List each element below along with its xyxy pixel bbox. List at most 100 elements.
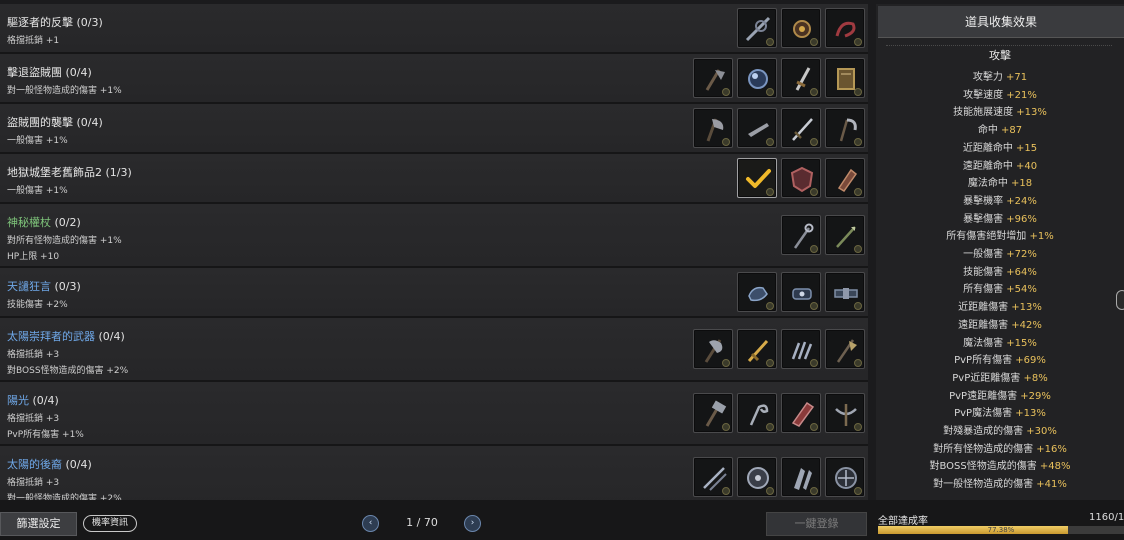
item-slot[interactable] xyxy=(825,457,865,497)
item-slot[interactable] xyxy=(693,457,733,497)
item-slot[interactable] xyxy=(781,108,821,148)
collection-name: 太陽的後裔 xyxy=(7,458,62,471)
stat-value: +16% xyxy=(1036,443,1067,455)
collection-row[interactable]: 陽光 (0/4) 格擋抵銷 +3 PvP所有傷害 +1% xyxy=(0,382,868,446)
collection-row[interactable]: 驅逐者的反擊 (0/3) 格擋抵銷 +1 xyxy=(0,4,868,54)
collection-effect: 一般傷害 +1% xyxy=(7,186,68,196)
item-slot[interactable] xyxy=(737,8,777,48)
stat-row: 遠距離傷害 +42% xyxy=(876,316,1124,331)
enhance-star-icon xyxy=(766,88,774,96)
enhance-star-icon xyxy=(722,88,730,96)
item-slot[interactable] xyxy=(693,393,733,433)
item-slot[interactable] xyxy=(825,329,865,369)
stat-label: 近距離傷害 xyxy=(958,302,1009,314)
item-slot[interactable] xyxy=(825,215,865,255)
prev-page-button[interactable]: ‹ xyxy=(362,515,379,532)
item-slot[interactable] xyxy=(693,108,733,148)
stat-label: 所有傷害絕對增加 xyxy=(946,231,1027,243)
item-slot[interactable] xyxy=(825,8,865,48)
stat-row: 所有傷害 +54% xyxy=(876,280,1124,295)
item-slot[interactable] xyxy=(737,393,777,433)
collection-title: 盜賊團的襲擊 (0/4) xyxy=(7,114,103,130)
stat-row: 對BOSS怪物造成的傷害 +48% xyxy=(876,457,1124,472)
stat-label: 魔法命中 xyxy=(967,178,1008,190)
stat-value: +1% xyxy=(1029,231,1054,243)
stat-label: PvP所有傷害 xyxy=(954,355,1013,367)
stat-value: +48% xyxy=(1039,461,1071,473)
stat-row: 魔法傷害 +15% xyxy=(876,334,1124,349)
collection-row[interactable]: 擊退盜賊團 (0/4) 對一般怪物造成的傷害 +1% xyxy=(0,54,868,104)
collection-row[interactable]: 神秘權杖 (0/2) 對所有怪物造成的傷害 +1% HP上限 +10 xyxy=(0,204,868,268)
collection-effect: 一般傷害 +1% xyxy=(7,136,68,146)
item-slot[interactable] xyxy=(781,8,821,48)
stat-value: +72% xyxy=(1006,249,1037,260)
item-slot[interactable] xyxy=(825,58,865,98)
stat-row: PvP近距離傷害 +8% xyxy=(876,369,1124,384)
stat-label: 對殘暴造成的傷害 xyxy=(943,426,1024,437)
item-slot[interactable] xyxy=(781,272,821,312)
item-slot[interactable] xyxy=(825,393,865,433)
stat-row: 一般傷害 +72% xyxy=(876,245,1124,260)
item-slot[interactable] xyxy=(825,108,865,148)
enhance-star-icon xyxy=(854,188,862,196)
item-slot[interactable] xyxy=(781,215,821,255)
collection-row[interactable]: 太陽的後裔 (0/4) 格擋抵銷 +3 對一般怪物造成的傷害 +2% xyxy=(0,446,868,500)
collection-row[interactable]: 地獄城堡老舊飾品2 (1/3) 一般傷害 +1% xyxy=(0,154,868,204)
achievement-count: 1160/14 xyxy=(1089,512,1124,523)
collection-name: 神秘權杖 xyxy=(7,216,51,229)
item-slot[interactable] xyxy=(737,329,777,369)
probability-info-button[interactable]: 機率資訊 xyxy=(83,515,137,532)
collection-name: 驅逐者的反擊 xyxy=(7,16,73,29)
collection-title: 驅逐者的反擊 (0/3) xyxy=(7,14,103,30)
stat-row: 近距離傷害 +13% xyxy=(876,298,1124,313)
item-slot[interactable] xyxy=(781,457,821,497)
stat-label: 魔法傷害 xyxy=(963,337,1004,349)
item-slot[interactable] xyxy=(825,272,865,312)
stat-label: PvP近距離傷害 xyxy=(952,372,1021,384)
stat-row: PvP魔法傷害 +13% xyxy=(876,404,1124,419)
enhance-star-icon xyxy=(766,487,774,495)
enhance-star-icon xyxy=(766,188,774,196)
item-slot[interactable] xyxy=(693,329,733,369)
one-click-register-button[interactable]: 一鍵登錄 xyxy=(766,512,867,536)
collection-effect: HP上限 +10 xyxy=(7,252,60,262)
item-slot[interactable] xyxy=(781,158,821,198)
enhance-star-icon xyxy=(810,359,818,367)
stat-row: 技能施展速度 +13% xyxy=(876,103,1124,118)
stat-label: PvP遠距離傷害 xyxy=(949,390,1018,402)
achievement-percent: 77.38% xyxy=(987,526,1015,534)
collection-row[interactable]: 盜賊團的襲擊 (0/4) 一般傷害 +1% xyxy=(0,104,868,154)
stat-row: 攻擊速度 +21% xyxy=(876,86,1124,101)
collection-title: 地獄城堡老舊飾品2 (1/3) xyxy=(7,164,132,180)
item-slot[interactable] xyxy=(781,58,821,98)
item-slot[interactable] xyxy=(693,58,733,98)
item-slot[interactable] xyxy=(781,393,821,433)
collection-row[interactable]: 太陽崇拜者的武器 (0/4) 格擋抵銷 +3 對BOSS怪物造成的傷害 +2% xyxy=(0,318,868,382)
item-slot[interactable] xyxy=(825,158,865,198)
stat-value: +41% xyxy=(1036,479,1067,491)
collection-progress: (0/4) xyxy=(32,394,59,407)
stat-label: 技能施展速度 xyxy=(953,107,1014,119)
next-page-button[interactable]: › xyxy=(464,515,481,532)
item-slot[interactable] xyxy=(737,457,777,497)
enhance-star-icon xyxy=(766,359,774,367)
collection-list[interactable]: 驅逐者的反擊 (0/3) 格擋抵銷 +1 擊退盜賊團 (0/4) 對一般怪物造成的傷害… xyxy=(0,4,868,500)
collection-progress: (0/4) xyxy=(65,66,92,79)
stat-label: 技能傷害 xyxy=(963,266,1004,278)
stat-value: +40 xyxy=(1016,160,1038,172)
enhance-star-icon xyxy=(766,423,774,431)
stat-value: +29% xyxy=(1020,390,1051,402)
filter-settings-button[interactable]: 篩選設定 xyxy=(0,512,77,536)
stat-row: 近距離命中 +15 xyxy=(876,139,1124,154)
stat-row: 對所有怪物造成的傷害 +16% xyxy=(876,440,1124,455)
item-slot[interactable] xyxy=(781,329,821,369)
stat-value: +8% xyxy=(1023,372,1048,384)
collection-progress: (0/4) xyxy=(98,330,125,343)
item-slot[interactable] xyxy=(737,272,777,312)
collection-row[interactable]: 天譴狂言 (0/3) 技能傷害 +2% xyxy=(0,268,868,318)
item-slot[interactable] xyxy=(737,158,777,198)
item-slot[interactable] xyxy=(737,58,777,98)
item-slot[interactable] xyxy=(737,108,777,148)
collection-title: 天譴狂言 (0/3) xyxy=(7,278,81,294)
panel-expand-handle[interactable] xyxy=(1116,290,1124,310)
